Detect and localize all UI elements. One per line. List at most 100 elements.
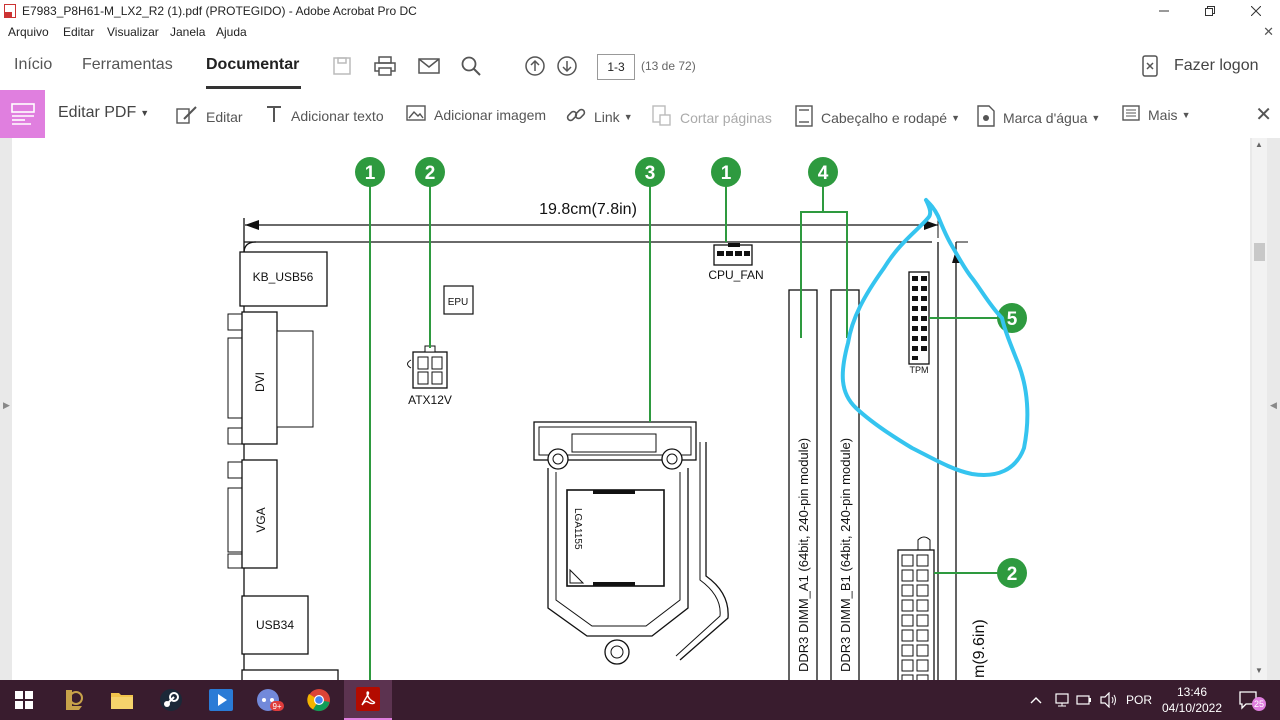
- callout-1-b: 1: [711, 157, 741, 187]
- maximize-button[interactable]: [1187, 0, 1233, 22]
- header-footer-icon: [795, 105, 813, 130]
- close-edit-toolbar-icon[interactable]: ✕: [1255, 102, 1272, 127]
- edit-pdf-toolbar: Editar PDF ▼ Editar Adicionar texto Adici…: [0, 90, 1280, 139]
- add-image-label: Adicionar imagem: [434, 106, 547, 123]
- close-document-icon[interactable]: ✕: [1263, 24, 1274, 40]
- editar-label: Editar: [206, 108, 243, 125]
- clock-date: 04/10/2022: [1161, 701, 1223, 715]
- menu-editar[interactable]: Editar: [63, 25, 94, 39]
- network-icon[interactable]: [1054, 680, 1070, 720]
- dvi-label: DVI: [253, 372, 267, 392]
- chevron-down-icon: ▼: [623, 111, 633, 122]
- text-icon: [265, 105, 283, 126]
- height-dimension-label: m(9.6in): [971, 619, 988, 678]
- menu-ajuda[interactable]: Ajuda: [216, 25, 247, 39]
- menu-janela[interactable]: Janela: [170, 25, 205, 39]
- active-tab-indicator: [206, 86, 301, 89]
- windows-taskbar: 9+ POR 13:46 04/10/2022 25: [0, 680, 1280, 720]
- tpm-header: [908, 271, 930, 365]
- tab-inicio[interactable]: Início: [14, 56, 52, 74]
- vertical-scrollbar[interactable]: ▲ ▼: [1252, 138, 1267, 680]
- pdf-page: 19.8cm(7.8in) m(9.6in) KB_USB56 DVI VGA: [12, 138, 1250, 680]
- discord-icon[interactable]: 9+: [246, 680, 294, 720]
- more-list-icon: [1122, 105, 1140, 124]
- acrobat-file-icon: [4, 4, 16, 18]
- volume-icon[interactable]: [1100, 680, 1118, 720]
- tab-ferramentas[interactable]: Ferramentas: [82, 56, 173, 74]
- chevron-down-icon: ▼: [1181, 109, 1191, 120]
- edit-icon: [176, 105, 198, 128]
- callout-2-a: 2: [415, 157, 445, 187]
- motherboard-layout-diagram: 19.8cm(7.8in) m(9.6in) KB_USB56 DVI VGA: [227, 157, 1030, 680]
- acrobat-taskbar-icon[interactable]: [344, 680, 392, 720]
- freehand-annotation: [840, 198, 1030, 477]
- email-icon[interactable]: [417, 54, 441, 78]
- search-icon[interactable]: [459, 54, 483, 78]
- menu-visualizar[interactable]: Visualizar: [107, 25, 159, 39]
- media-player-icon[interactable]: [197, 680, 245, 720]
- crop-icon: [652, 105, 672, 130]
- page-number-input[interactable]: 1-3: [597, 54, 635, 80]
- scroll-down-icon[interactable]: ▼: [1255, 666, 1263, 675]
- input-language[interactable]: POR: [1126, 680, 1152, 720]
- cpu-fan-label: CPU_FAN: [708, 268, 763, 282]
- svg-text:3: 3: [645, 163, 656, 184]
- link-tool[interactable]: Link ▼: [566, 105, 633, 128]
- save-icon[interactable]: [330, 54, 354, 78]
- menu-arquivo[interactable]: Arquivo: [8, 25, 49, 39]
- cpu-fan-header: [713, 243, 753, 266]
- league-of-legends-icon[interactable]: [50, 680, 98, 720]
- svg-text:4: 4: [818, 163, 829, 184]
- lga1155-label: LGA1155: [572, 508, 583, 550]
- menu-bar: Arquivo Editar Visualizar Janela Ajuda ✕: [0, 22, 1280, 42]
- link-icon: [566, 105, 586, 128]
- action-center-icon[interactable]: 25: [1238, 680, 1268, 720]
- start-button[interactable]: [0, 680, 48, 720]
- width-dimension-label: 19.8cm(7.8in): [539, 201, 637, 218]
- scroll-up-icon[interactable]: ▲: [1255, 140, 1263, 149]
- editar-tool[interactable]: Editar: [176, 105, 243, 128]
- close-window-button[interactable]: [1233, 0, 1279, 22]
- edit-pdf-tool-icon[interactable]: [0, 90, 45, 138]
- kb-usb56-label: KB_USB56: [253, 270, 314, 284]
- show-hidden-icons-chevron-icon[interactable]: [1030, 680, 1042, 720]
- main-toolbar: Início Ferramentas Documentar 1-3 (13 de…: [0, 42, 1280, 91]
- link-label: Link: [594, 108, 620, 125]
- watermark-tool[interactable]: Marca d'água ▼: [977, 105, 1100, 130]
- dimm-a1-label: DDR3 DIMM_A1 (64bit, 240-pin module): [796, 438, 811, 672]
- tab-documentar[interactable]: Documentar: [206, 56, 299, 74]
- document-area: ▶ ◀ 19.8cm(7.8in) m(9.6in) KB_USB56 DVI …: [0, 138, 1280, 680]
- left-panel-toggle-icon[interactable]: ▶: [3, 400, 10, 411]
- tpm-label: TPM: [910, 365, 929, 375]
- next-page-icon[interactable]: [555, 54, 579, 78]
- print-icon[interactable]: [373, 54, 397, 78]
- more-tool[interactable]: Mais ▼: [1122, 105, 1190, 124]
- discord-badge: 9+: [272, 702, 281, 711]
- chevron-down-icon: ▼: [140, 108, 150, 118]
- windows-logo-icon: [15, 691, 33, 709]
- steam-icon[interactable]: [147, 680, 195, 720]
- svg-text:1: 1: [721, 163, 732, 184]
- logon-button[interactable]: Fazer logon: [1174, 57, 1259, 75]
- atx12v-label: ATX12V: [408, 393, 452, 407]
- previous-page-icon[interactable]: [523, 54, 547, 78]
- minimize-button[interactable]: [1141, 0, 1187, 22]
- system-clock[interactable]: 13:46 04/10/2022: [1157, 684, 1227, 716]
- add-image-tool[interactable]: Adicionar imagem: [406, 105, 546, 124]
- callout-3: 3: [635, 157, 665, 187]
- epu-label: EPU: [448, 297, 469, 308]
- scrollbar-thumb[interactable]: [1254, 243, 1265, 261]
- watermark-icon: [977, 105, 995, 130]
- file-explorer-icon[interactable]: [98, 680, 146, 720]
- crop-pages-tool[interactable]: Cortar páginas: [652, 105, 772, 130]
- chrome-icon[interactable]: [295, 680, 343, 720]
- svg-text:2: 2: [1007, 564, 1018, 585]
- right-panel-toggle-icon[interactable]: ◀: [1270, 400, 1277, 411]
- add-text-tool[interactable]: Adicionar texto: [265, 105, 384, 126]
- vga-label: VGA: [254, 507, 268, 532]
- battery-plug-icon[interactable]: [1076, 680, 1092, 720]
- svg-text:5: 5: [1007, 309, 1018, 330]
- edit-pdf-dropdown[interactable]: Editar PDF ▼: [58, 104, 149, 122]
- header-footer-tool[interactable]: Cabeçalho e rodapé ▼: [795, 105, 960, 130]
- logon-icon[interactable]: [1138, 54, 1162, 78]
